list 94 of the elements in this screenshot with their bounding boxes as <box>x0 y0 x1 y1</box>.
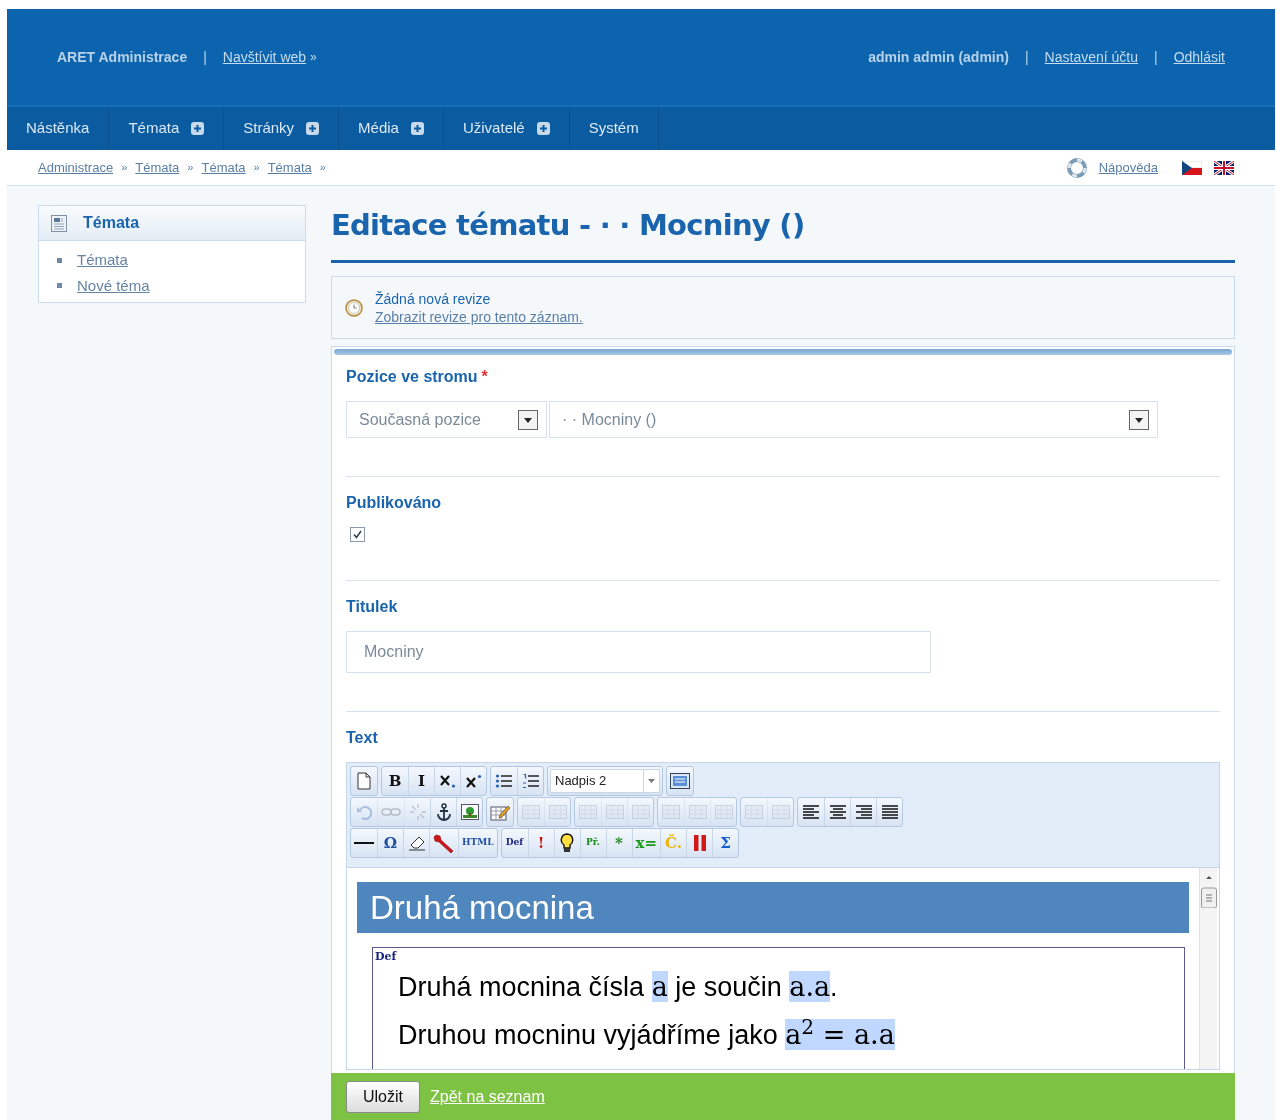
light-bulb-icon <box>560 833 574 853</box>
clock-icon <box>345 298 363 317</box>
breadcrumb-separator: » <box>187 160 194 176</box>
save-button[interactable]: Uložit <box>346 1080 420 1113</box>
align-right-icon <box>854 805 873 819</box>
content-heading: Druhá mocnina <box>357 882 1189 933</box>
window-icon <box>670 773 690 789</box>
table-pencil-icon <box>490 803 510 821</box>
separator: | <box>1024 47 1029 67</box>
table-icon <box>714 805 733 819</box>
toolbar-button[interactable]: HTML <box>458 829 497 857</box>
toolbar-button[interactable]: ! <box>527 829 554 857</box>
table-icon <box>631 805 650 819</box>
unlink-icon <box>408 803 427 821</box>
format-select[interactable]: Nadpis 2 <box>550 769 660 793</box>
toolbar-button[interactable] <box>456 798 482 826</box>
align-justify-icon <box>880 805 899 819</box>
toolbar-button[interactable]: Př. <box>579 829 606 857</box>
lifebuoy-icon <box>1066 157 1087 178</box>
anchor-icon <box>435 803 452 821</box>
required-mark: * <box>481 367 488 387</box>
separator: | <box>203 47 207 67</box>
help-link[interactable]: Nápověda <box>1098 157 1158 178</box>
breadcrumb-link[interactable]: Administrace <box>38 157 114 178</box>
checkmark-icon <box>352 529 363 540</box>
table-icon <box>662 805 680 819</box>
account-settings-link[interactable]: Nastavení účtu <box>1044 46 1138 68</box>
breadcrumb-separator: » <box>319 160 326 176</box>
brand-name: ARET Administrace <box>57 47 188 67</box>
toolbar-button[interactable]: Def <box>501 829 528 857</box>
field-label: Pozice ve stromu <box>346 367 478 387</box>
toolbar-button[interactable]: * <box>605 829 632 857</box>
uk-flag-icon <box>1214 160 1234 175</box>
superscript-icon <box>464 774 483 788</box>
sidebar-title: Témata <box>83 213 140 233</box>
user-name: admin admin (admin) <box>868 47 1009 67</box>
toolbar-button[interactable]: x= <box>631 829 660 857</box>
plus-icon <box>191 122 205 135</box>
breadcrumb-link[interactable]: Témata <box>201 157 246 178</box>
bullet-icon <box>57 257 62 263</box>
breadcrumb-separator: » <box>121 160 128 176</box>
revision-status: Žádná nová revize <box>375 289 492 308</box>
table-icon <box>548 805 567 819</box>
eraser-icon <box>407 835 426 851</box>
horizontal-line-icon <box>354 841 374 845</box>
logout-link[interactable]: Odhlásit <box>1173 46 1225 68</box>
toolbar-button[interactable]: Σ <box>712 829 738 857</box>
plus-icon <box>306 122 320 135</box>
sidebar-link[interactable]: Témata <box>77 249 128 272</box>
breadcrumb-link[interactable]: Témata <box>267 157 312 178</box>
bullet-icon <box>57 283 62 289</box>
breadcrumb-separator: » <box>253 160 260 176</box>
field-label: Publikováno <box>346 493 442 513</box>
visit-web-link[interactable]: Navštívit web <box>222 46 307 68</box>
link-icon <box>381 806 401 818</box>
title-input[interactable]: Mocniny <box>346 631 931 673</box>
parent-select[interactable]: · · Mocniny () <box>549 401 1158 438</box>
position-select[interactable]: Současná pozice <box>346 401 547 438</box>
table-icon <box>605 805 624 819</box>
czech-flag-icon <box>1182 160 1202 175</box>
pause-icon <box>692 834 707 852</box>
sidebar-link[interactable]: Nové téma <box>77 274 150 297</box>
field-label: Text <box>346 728 378 748</box>
scrollbar[interactable] <box>1199 868 1217 1069</box>
align-center-icon <box>828 805 847 819</box>
page-title: Editace tématu - · · Mocniny () <box>331 206 1235 263</box>
content-paragraph: Druhá mocnina čísla a je součin a.a. <box>398 970 839 1004</box>
toolbar-button[interactable]: I <box>408 767 434 795</box>
table-icon <box>688 805 707 819</box>
new-page-icon <box>356 772 372 790</box>
bullet-list-icon <box>495 773 513 789</box>
definition-label: Def <box>375 951 398 962</box>
table-icon <box>771 805 790 819</box>
published-checkbox[interactable] <box>350 527 365 542</box>
undo-icon <box>356 804 372 820</box>
arrow-mark: » <box>310 49 317 66</box>
image-icon <box>460 804 479 820</box>
dropdown-arrow-icon <box>648 779 655 783</box>
content-paragraph: Druhou mocninu vyjádříme jako a$^{2}$ = a.a <box>398 1018 896 1052</box>
table-icon <box>745 805 763 819</box>
document-icon <box>51 214 67 232</box>
subscript-icon <box>438 774 457 788</box>
toolbar-button[interactable]: B <box>382 767 408 795</box>
numbered-list-icon <box>521 773 540 789</box>
align-left-icon <box>802 805 820 819</box>
plus-icon <box>410 122 424 135</box>
toolbar-button[interactable]: Ω <box>377 829 403 857</box>
separator: | <box>1154 47 1158 67</box>
table-icon <box>522 805 540 819</box>
revisions-link[interactable]: Zobrazit revize pro tento záznam. <box>375 307 583 326</box>
breadcrumb-link[interactable]: Témata <box>135 157 180 178</box>
table-icon <box>579 805 597 819</box>
field-label: Titulek <box>346 597 398 617</box>
plus-icon <box>536 122 550 135</box>
